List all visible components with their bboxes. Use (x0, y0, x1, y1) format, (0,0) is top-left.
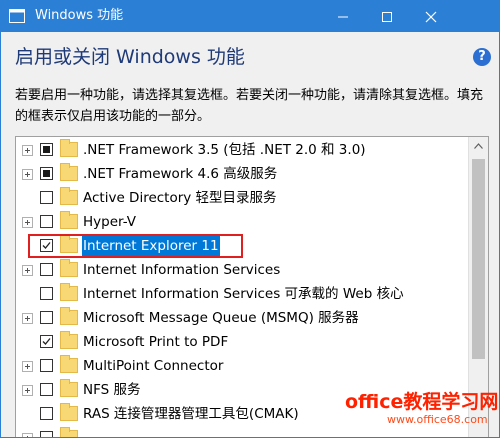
folder-icon (60, 283, 78, 301)
feature-row-multipoint[interactable]: MultiPoint Connector (16, 354, 466, 378)
feature-row-active-directory[interactable]: Active Directory 轻型目录服务 (16, 186, 466, 210)
feature-checkbox[interactable] (40, 167, 53, 180)
watermark-url: www.office68.com (387, 413, 488, 426)
help-icon[interactable]: ? (473, 48, 491, 66)
feature-checkbox[interactable] (40, 311, 53, 324)
folder-icon (60, 331, 78, 349)
feature-row-internet-explorer[interactable]: Internet Explorer 11 (16, 234, 466, 258)
expand-icon[interactable] (22, 169, 33, 180)
feature-label: Microsoft Message Queue (MSMQ) 服务器 (83, 310, 359, 326)
feature-checkbox[interactable] (40, 431, 53, 437)
maximize-button[interactable] (365, 1, 409, 32)
feature-label: Active Directory 轻型目录服务 (83, 190, 277, 206)
app-window-icon (9, 8, 25, 24)
expand-icon[interactable] (22, 313, 33, 324)
scroll-up-button[interactable] (469, 137, 488, 154)
watermark: office教程学习网 www.office68.com (341, 385, 499, 437)
folder-icon (60, 139, 78, 157)
minimize-button[interactable] (321, 1, 365, 32)
expand-icon[interactable] (22, 217, 33, 228)
window-title: Windows 功能 (35, 8, 124, 23)
feature-label: MultiPoint Connector (83, 358, 224, 374)
feature-row-iis-hostable-web-core[interactable]: Internet Information Services 可承载的 Web 核… (16, 282, 466, 306)
scroll-thumb[interactable] (472, 159, 485, 359)
expand-icon[interactable] (22, 385, 33, 396)
feature-row-iis[interactable]: Internet Information Services (16, 258, 466, 282)
description-text: 若要启用一种功能，请选择其复选框。若要关闭一种功能，请清除其复选框。填充的框表示… (15, 88, 484, 124)
feature-row-netfx35[interactable]: .NET Framework 3.5 (包括 .NET 2.0 和 3.0) (16, 138, 466, 162)
folder-icon (60, 163, 78, 181)
highlight-box (28, 234, 243, 258)
checkmark-icon (42, 338, 51, 345)
folder-icon (60, 355, 78, 373)
expand-icon[interactable] (22, 145, 33, 156)
folder-icon (60, 211, 78, 229)
windows-features-dialog: Windows 功能 启用或关闭 Windows 功能 ? 若要启用一种功能，请… (0, 0, 500, 438)
feature-row-netfx46[interactable]: .NET Framework 4.6 高级服务 (16, 162, 466, 186)
folder-icon (60, 427, 78, 437)
feature-row-hyper-v[interactable]: Hyper-V (16, 210, 466, 234)
feature-label: Internet Information Services (83, 262, 281, 278)
feature-checkbox[interactable] (40, 383, 53, 396)
feature-label: Hyper-V (83, 214, 137, 230)
feature-checkbox[interactable] (40, 191, 53, 204)
folder-icon (60, 259, 78, 277)
folder-icon (60, 307, 78, 325)
minimize-icon (338, 16, 348, 18)
page-heading: 启用或关闭 Windows 功能 (15, 46, 245, 68)
feature-row-print-to-pdf[interactable]: Microsoft Print to PDF (16, 330, 466, 354)
feature-checkbox[interactable] (40, 263, 53, 276)
folder-icon (60, 379, 78, 397)
feature-label: Internet Information Services 可承载的 Web 核… (83, 286, 404, 302)
feature-label: NFS 服务 (83, 382, 141, 398)
expand-icon[interactable] (22, 265, 33, 276)
folder-icon (60, 403, 78, 421)
watermark-text: office教程学习网 (345, 391, 499, 413)
feature-label: RAS 连接管理器管理工具包(CMAK) (83, 406, 299, 422)
feature-checkbox[interactable] (40, 287, 53, 300)
expand-icon[interactable] (22, 433, 33, 437)
feature-checkbox[interactable] (40, 143, 53, 156)
chevron-up-icon (474, 143, 483, 149)
feature-checkbox[interactable] (40, 335, 53, 348)
expand-icon[interactable] (22, 361, 33, 372)
feature-checkbox[interactable] (40, 359, 53, 372)
close-button[interactable] (409, 1, 457, 32)
close-icon (425, 11, 437, 23)
feature-checkbox[interactable] (40, 407, 53, 420)
maximize-icon (382, 12, 392, 22)
title-bar[interactable]: Windows 功能 (1, 1, 499, 32)
feature-label: .NET Framework 4.6 高级服务 (83, 166, 278, 182)
feature-label: Microsoft Print to PDF (83, 334, 229, 350)
feature-row-msmq[interactable]: Microsoft Message Queue (MSMQ) 服务器 (16, 306, 466, 330)
folder-icon (60, 187, 78, 205)
feature-checkbox[interactable] (40, 215, 53, 228)
feature-label: .NET Framework 3.5 (包括 .NET 2.0 和 3.0) (83, 142, 366, 158)
